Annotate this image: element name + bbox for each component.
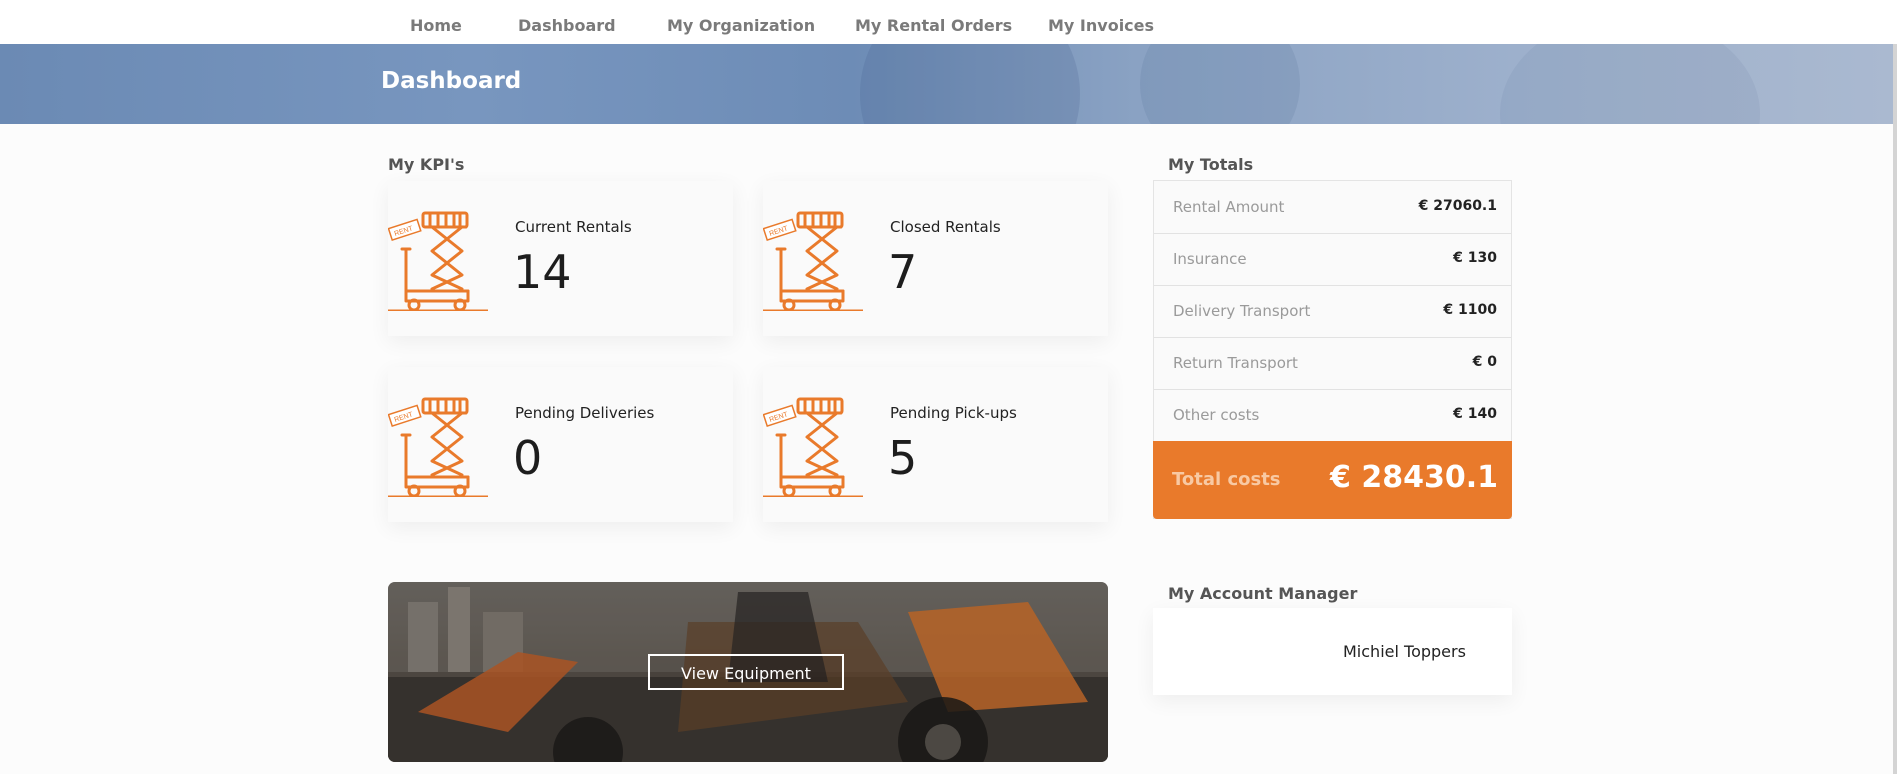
- banner-decoration: [1140, 44, 1300, 124]
- account-manager-section-title: My Account Manager: [1168, 584, 1358, 603]
- account-manager-card: Michiel Toppers: [1153, 608, 1512, 695]
- totals-row: Other costs € 140: [1154, 389, 1511, 442]
- equipment-banner: View Equipment: [388, 582, 1108, 762]
- kpi-card-closed-rentals[interactable]: RENT Closed Rentals 7: [763, 181, 1108, 336]
- page-title: Dashboard: [381, 68, 522, 94]
- totals-row-label: Return Transport: [1173, 354, 1298, 372]
- banner-decoration: [860, 44, 1080, 124]
- account-manager-name: Michiel Toppers: [1343, 642, 1466, 661]
- total-costs-value: € 28430.1: [1330, 460, 1498, 495]
- kpi-value: 5: [888, 431, 918, 485]
- totals-row-label: Insurance: [1173, 250, 1247, 268]
- totals-row-label: Other costs: [1173, 406, 1260, 424]
- kpis-section-title: My KPI's: [388, 155, 465, 174]
- kpi-value: 14: [513, 245, 572, 299]
- totals-row-value: € 140: [1453, 406, 1497, 422]
- banner-decoration: [1500, 44, 1760, 124]
- total-costs-bar: Total costs € 28430.1: [1153, 441, 1512, 519]
- page-header-banner: Dashboard: [0, 44, 1893, 124]
- totals-row-value: € 1100: [1443, 302, 1497, 318]
- nav-my-organization[interactable]: My Organization: [667, 16, 815, 35]
- page-scrollbar[interactable]: [1893, 44, 1897, 774]
- kpi-card-pending-pickups[interactable]: RENT Pending Pick-ups 5: [763, 367, 1108, 522]
- kpi-label: Closed Rentals: [890, 218, 1001, 236]
- totals-section-title: My Totals: [1168, 155, 1254, 174]
- top-nav: Home Dashboard My Organization My Rental…: [0, 0, 1897, 44]
- kpi-label: Current Rentals: [515, 218, 632, 236]
- totals-row-value: € 27060.1: [1418, 198, 1497, 214]
- kpi-card-current-rentals[interactable]: RENT Current Rentals 14: [388, 181, 733, 336]
- total-costs-label: Total costs: [1172, 469, 1281, 490]
- scissor-lift-icon: RENT: [763, 211, 863, 311]
- view-equipment-button[interactable]: View Equipment: [648, 654, 844, 690]
- nav-dashboard[interactable]: Dashboard: [518, 16, 616, 35]
- totals-panel: Rental Amount € 27060.1 Insurance € 130 …: [1153, 180, 1512, 519]
- scissor-lift-icon: RENT: [388, 211, 488, 311]
- kpi-value: 7: [888, 245, 918, 299]
- totals-row: Rental Amount € 27060.1: [1154, 181, 1511, 234]
- kpi-label: Pending Pick-ups: [890, 404, 1017, 422]
- totals-row: Delivery Transport € 1100: [1154, 285, 1511, 338]
- totals-row-value: € 0: [1472, 354, 1497, 370]
- scissor-lift-icon: RENT: [388, 397, 488, 497]
- totals-row-label: Delivery Transport: [1173, 302, 1311, 320]
- nav-home[interactable]: Home: [410, 16, 462, 35]
- totals-row-label: Rental Amount: [1173, 198, 1285, 216]
- nav-my-rental-orders[interactable]: My Rental Orders: [855, 16, 1012, 35]
- totals-row: Insurance € 130: [1154, 233, 1511, 286]
- totals-row: Return Transport € 0: [1154, 337, 1511, 390]
- kpi-card-pending-deliveries[interactable]: RENT Pending Deliveries 0: [388, 367, 733, 522]
- totals-row-value: € 130: [1453, 250, 1497, 266]
- scissor-lift-icon: RENT: [763, 397, 863, 497]
- nav-my-invoices[interactable]: My Invoices: [1048, 16, 1154, 35]
- kpi-label: Pending Deliveries: [515, 404, 655, 422]
- kpi-value: 0: [513, 431, 543, 485]
